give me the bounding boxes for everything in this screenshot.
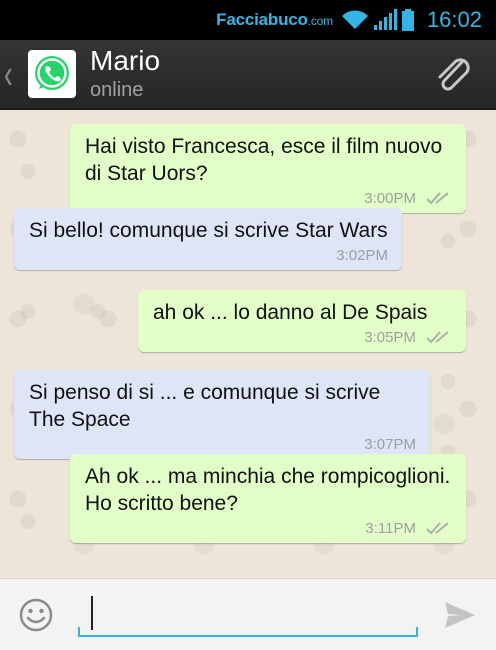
status-icons <box>341 9 415 31</box>
message-bubble-outgoing[interactable]: Ah ok ... ma minchia che rompicoglioni. … <box>70 454 466 543</box>
double-check-icon <box>426 331 449 344</box>
message-bubble-incoming[interactable]: Si penso di si ... e comunque si scrive … <box>14 370 430 459</box>
smiley-icon[interactable] <box>18 597 54 633</box>
send-icon[interactable] <box>442 599 478 631</box>
contact-name: Mario <box>90 45 161 76</box>
message-bubble-incoming[interactable]: Si bello! comunque si scrive Star Wars 3… <box>14 208 402 270</box>
double-check-icon <box>426 192 449 205</box>
clock-time: 16:02 <box>426 7 482 32</box>
text-caret <box>91 596 93 630</box>
status-bar: Facciabuco.com 16:02 <box>0 0 496 40</box>
whatsapp-icon <box>35 56 69 90</box>
chat-header[interactable]: ‹ Mario online <box>0 40 496 110</box>
chevron-left-icon[interactable]: ‹ <box>4 49 24 99</box>
watermark-text: Facciabuco.com <box>216 10 333 29</box>
chat-area[interactable]: Hai visto Francesca, esce il film nuovo … <box>0 112 496 578</box>
message-time: 3:11PM <box>365 519 416 537</box>
contact-status: online <box>90 79 144 101</box>
input-underline-left <box>78 627 80 637</box>
compose-bar <box>0 578 496 650</box>
message-text: Si penso di si ... e comunque si scrive … <box>29 381 381 431</box>
message-text: Si bello! comunque si scrive Star Wars <box>29 219 388 242</box>
input-underline-right <box>416 627 418 637</box>
message-text: ah ok ... lo danno al De Spais <box>153 301 428 324</box>
battery-icon <box>401 9 414 31</box>
paperclip-icon[interactable] <box>432 54 474 96</box>
message-input[interactable] <box>78 591 418 637</box>
signal-icon <box>373 9 397 30</box>
message-text: Ah ok ... ma minchia che rompicoglioni. … <box>85 465 451 515</box>
message-time: 3:02PM <box>336 246 388 264</box>
message-time: 3:05PM <box>364 328 416 346</box>
message-bubble-outgoing[interactable]: ah ok ... lo danno al De Spais 3:05PM <box>138 290 466 352</box>
message-text: Hai visto Francesca, esce il film nuovo … <box>85 135 443 185</box>
double-check-icon <box>426 522 449 535</box>
message-bubble-outgoing[interactable]: Hai visto Francesca, esce il film nuovo … <box>70 124 466 213</box>
wifi-icon <box>341 10 368 29</box>
avatar[interactable] <box>28 50 76 98</box>
contact-info[interactable]: Mario online <box>90 46 160 102</box>
